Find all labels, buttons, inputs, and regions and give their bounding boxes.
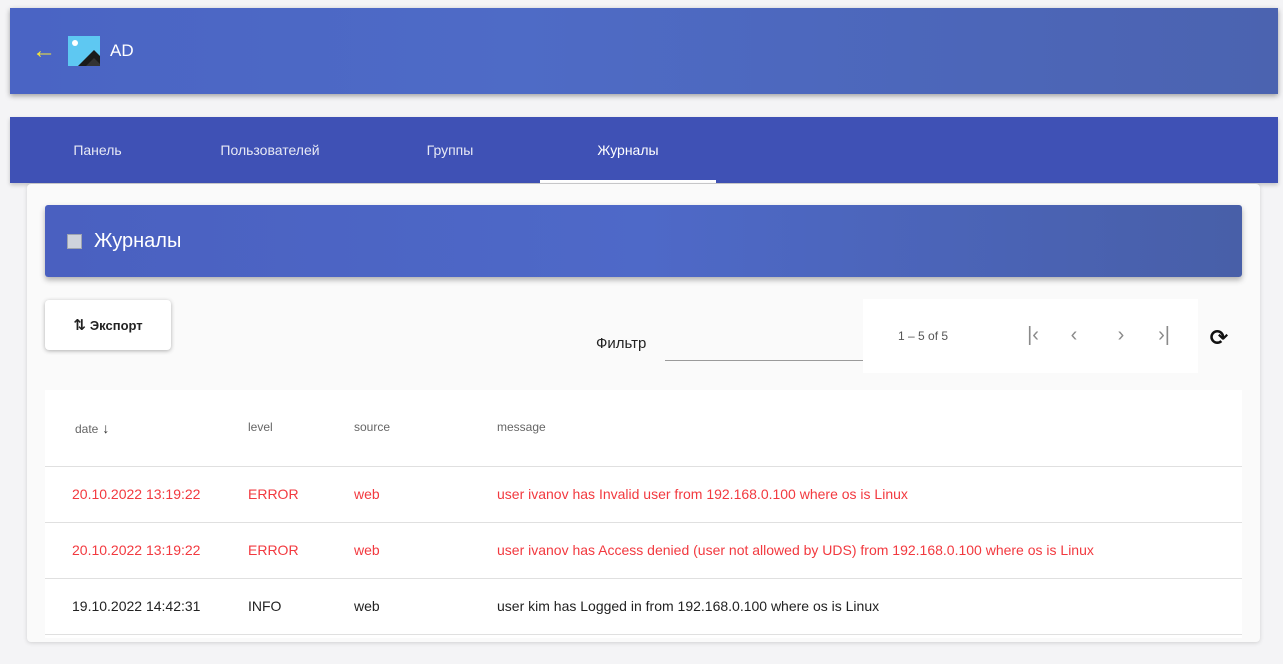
tab-label: Панель [73,142,122,158]
tab-label: Группы [426,142,474,158]
cell-source: web [354,542,380,558]
column-header-source[interactable]: source [354,420,390,434]
logs-table: date ↓ level source message 20.10.2022 13… [45,390,1242,638]
arrow-down-icon: ↓ [102,420,110,436]
app-window: ← AD Панель Пользователей Группы Журналы [0,0,1283,664]
column-header-label: source [354,420,391,434]
cell-level: INFO [248,598,282,614]
chevron-right-icon[interactable]: › [1109,323,1133,347]
first-page-icon[interactable]: |‹ [1021,323,1045,347]
cell-date: 20.10.2022 13:19:22 [72,486,201,502]
column-header-label: message [497,420,546,434]
column-header-level[interactable]: level [248,420,273,434]
column-header-label: date [75,422,99,436]
tab-label: Пользователей [220,142,320,158]
table-row[interactable]: 20.10.2022 13:19:22 ERROR web user ivano… [45,523,1242,579]
paginator: 1 – 5 of 5 |‹ ‹ › ›| [863,299,1198,373]
table-row[interactable]: 19.10.2022 14:42:31 INFO web user kim ha… [45,579,1242,635]
column-header-date[interactable]: date ↓ [75,420,109,436]
app-bar: ← AD [10,8,1278,94]
tab-users[interactable]: Пользователей [185,117,355,183]
arrow-left-icon[interactable]: ← [32,39,56,63]
cell-date: 19.10.2022 14:42:31 [72,598,201,614]
card-header: Журналы [45,205,1242,277]
active-tab-indicator [540,180,716,183]
tab-logs[interactable]: Журналы [540,117,716,183]
filter-label: Фильтр [596,335,647,352]
swap-vert-icon: ⇅ [73,317,86,334]
card-title: Журналы [94,229,182,252]
tab-groups[interactable]: Группы [390,117,510,183]
tab-label: Журналы [597,142,659,158]
app-title: AD [110,41,134,60]
page-range-label: 1 – 5 of 5 [898,329,949,343]
cell-source: web [354,486,380,502]
column-header-label: level [248,420,273,434]
cell-level: ERROR [248,542,299,558]
cell-message: user ivanov has Invalid user from 192.16… [497,486,908,502]
table-header-row: date ↓ level source message [45,390,1242,467]
cell-source: web [354,598,380,614]
cell-level: ERROR [248,486,299,502]
tab-panel[interactable]: Панель [40,117,155,183]
export-button[interactable]: ⇅ Экспорт [45,300,171,350]
cell-message: user ivanov has Access denied (user not … [497,542,1094,558]
nav-tabs: Панель Пользователей Группы Журналы [10,117,1278,183]
chevron-left-icon[interactable]: ‹ [1062,323,1086,347]
cell-date: 20.10.2022 13:19:22 [72,542,201,558]
column-header-message[interactable]: message [497,420,546,434]
app-image-logo [68,36,100,66]
refresh-icon[interactable]: ⟳ [1207,324,1231,352]
filter-input[interactable] [665,325,863,361]
cell-message: user kim has Logged in from 192.168.0.10… [497,598,880,614]
square-icon [67,233,82,249]
last-page-icon[interactable]: ›| [1152,323,1176,347]
table-row[interactable]: 20.10.2022 13:19:22 ERROR web user ivano… [45,467,1242,523]
export-label: Экспорт [89,317,143,333]
